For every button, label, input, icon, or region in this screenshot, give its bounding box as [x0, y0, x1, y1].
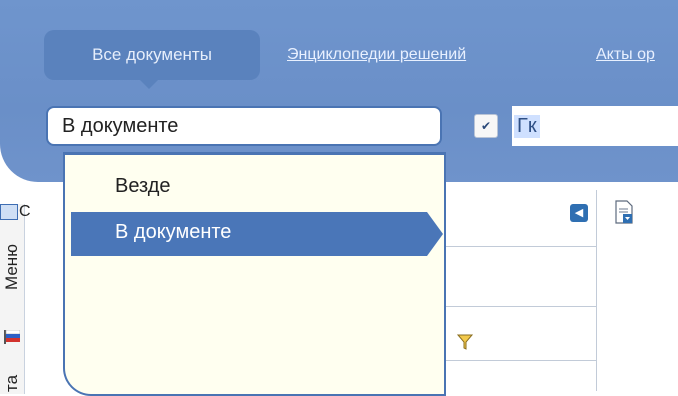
sidebar-tab-menu[interactable]: Меню — [2, 244, 22, 290]
search-scope-select[interactable]: В документе — [46, 106, 442, 146]
dropdown-option-label: В документе — [115, 221, 232, 243]
collapse-panel-icon[interactable]: ◀ — [570, 204, 588, 222]
sidebar-tab-partial: С — [19, 203, 31, 220]
search-scope-dropdown: Везде В документе — [63, 152, 446, 396]
sidebar-tab-partial-bottom[interactable]: та — [2, 375, 22, 392]
flag-icon — [4, 330, 20, 344]
filter-icon[interactable] — [456, 333, 474, 351]
tab-acts[interactable]: Акты ор — [596, 46, 655, 64]
chevron-down-icon[interactable]: ✔ — [474, 114, 498, 138]
document-icon[interactable] — [614, 200, 634, 224]
search-scope-value: В документе — [62, 115, 179, 137]
search-query-text: Гк — [514, 115, 540, 138]
dropdown-option-in-document[interactable]: В документе — [71, 212, 443, 256]
dropdown-option-everywhere[interactable]: Везде — [115, 175, 171, 198]
search-input[interactable]: Гк — [512, 106, 678, 146]
toc-icon[interactable] — [0, 204, 18, 220]
tab-all-documents[interactable]: Все документы — [44, 30, 260, 89]
sidebar — [0, 204, 25, 394]
tab-encyclopedia-solutions[interactable]: Энциклопедии решений — [287, 46, 466, 64]
